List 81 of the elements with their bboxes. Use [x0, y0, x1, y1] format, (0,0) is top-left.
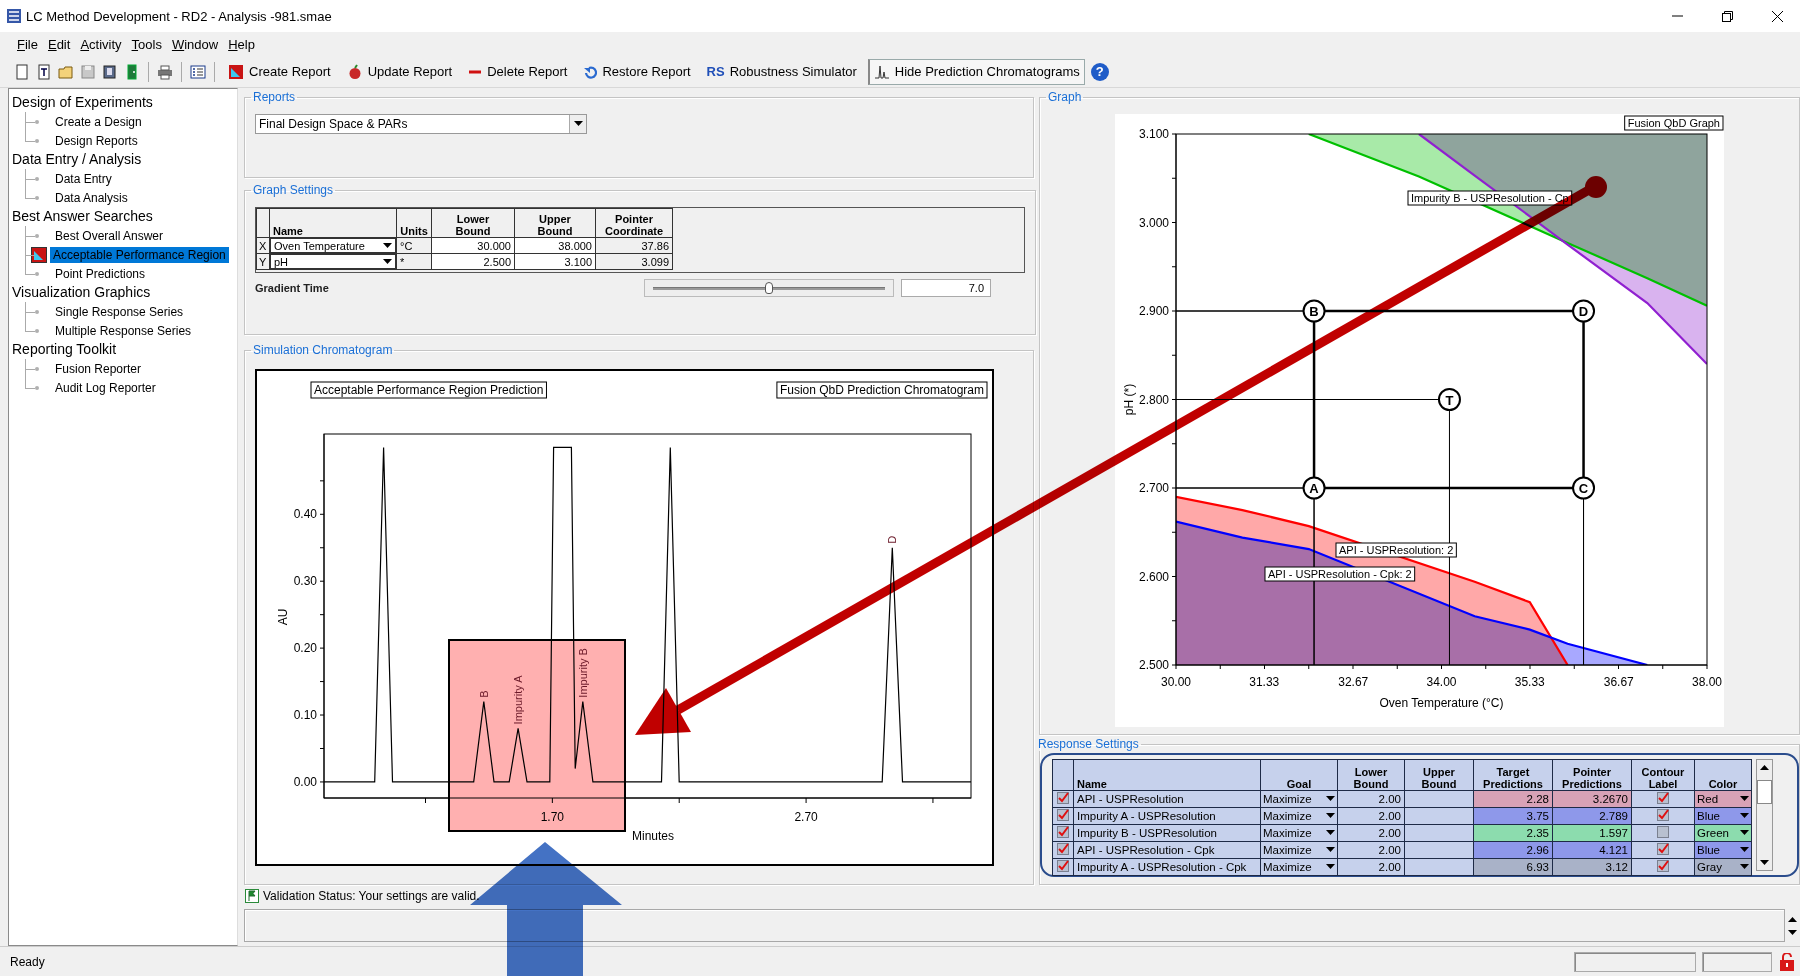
table-cell: 2.00 — [1337, 858, 1405, 876]
column-header: Name — [1073, 759, 1261, 791]
table-cell: Impurity B - USPResolution — [1073, 824, 1261, 842]
peak-label: B — [477, 690, 490, 698]
column-header: Lower Bound — [1337, 759, 1405, 791]
table-cell: API - USPResolution - Cpk — [1073, 841, 1261, 859]
column-header: Pointer Coordinate — [595, 208, 673, 238]
design-point: D — [1572, 299, 1596, 323]
contour-label: Impurity B - USPResolution - Cp — [1407, 190, 1573, 206]
group-title: Graph — [1047, 90, 1083, 104]
column-header: Target Predictions — [1473, 759, 1553, 791]
peak-label: D — [886, 535, 899, 544]
tick-label: 3.100 — [1138, 127, 1169, 141]
group-title: Simulation Chromatogram — [252, 343, 394, 357]
group-title: Graph Settings — [252, 183, 335, 197]
contour-label: API - USPResolution: 2 — [1335, 542, 1457, 558]
annotation: B — [1309, 304, 1319, 319]
axis-title: Oven Temperature (°C) — [1379, 696, 1504, 710]
design-point: A — [1302, 476, 1326, 500]
window-title: LC Method Development - RD2 - Analysis -981.smae — [26, 8, 332, 24]
table-cell: 2.00 — [1337, 790, 1405, 808]
design-point: C — [1572, 476, 1596, 500]
slider-label: Gradient Time — [255, 282, 330, 294]
column-header: Upper Bound — [1404, 759, 1474, 791]
tick-label: 35.33 — [1514, 675, 1545, 689]
column-header: Lower Bound — [431, 208, 515, 238]
column-header: Name — [269, 208, 397, 238]
annotation: A — [1309, 481, 1320, 496]
chart-caption: Acceptable Performance Region Prediction — [310, 381, 547, 399]
tick-label: 0.30 — [293, 574, 317, 589]
annotation: API - USPResolution: 2 — [1339, 544, 1454, 556]
tick-label: 2.800 — [1138, 392, 1169, 407]
group-title: Response Settings — [1037, 737, 1140, 751]
tick-label: 34.00 — [1426, 675, 1457, 689]
tick-label: 2.600 — [1138, 569, 1169, 584]
annotation: C — [1578, 481, 1589, 496]
tick-label: 36.67 — [1603, 675, 1634, 689]
column-header: Upper Bound — [514, 208, 596, 238]
annotation: Impurity B - USPResolution - Cp — [1411, 192, 1569, 204]
chart-caption: Fusion QbD Prediction Chromatogram — [776, 381, 988, 399]
column-header: Pointer Predictions — [1552, 759, 1632, 791]
annotation: T — [1445, 392, 1454, 408]
column-header: Goal — [1260, 759, 1338, 791]
table-cell: 2.00 — [1337, 841, 1405, 859]
table-cell: Impurity A - USPResolution - Cpk — [1073, 858, 1261, 876]
tick-label: 30.00 — [1161, 675, 1191, 689]
table-cell: API - USPResolution — [1073, 790, 1261, 808]
tick-label: 0.00 — [293, 774, 317, 789]
tick-label: 2.70 — [794, 810, 818, 824]
annotation: D — [1578, 304, 1589, 319]
status-text: Ready — [10, 954, 45, 969]
column-header: Units — [396, 208, 432, 238]
group-title: Reports — [252, 90, 297, 104]
table-cell: °C — [396, 237, 432, 254]
tick-label: 2.900 — [1138, 304, 1169, 318]
table-cell: 2.00 — [1337, 824, 1405, 842]
tick-label: 38.00 — [1692, 675, 1722, 689]
axis-title: AU — [276, 608, 290, 626]
tick-label: 2.700 — [1138, 481, 1169, 495]
axis-title: Minutes — [632, 829, 675, 843]
table-cell: 2.00 — [1337, 807, 1405, 825]
tick-label: 32.67 — [1338, 675, 1369, 689]
peak-label: Impurity A — [512, 675, 525, 725]
tick-label: 1.70 — [540, 810, 565, 824]
table-cell: Impurity A - USPResolution — [1073, 807, 1261, 825]
validation-message: Validation Status: Your settings are valid. — [263, 889, 480, 903]
tick-label: 31.33 — [1249, 675, 1280, 689]
axis-title: pH (*) — [1122, 383, 1136, 416]
column-header: Color — [1694, 759, 1752, 791]
tick-label: 3.000 — [1138, 215, 1169, 230]
table-cell: * — [396, 253, 432, 270]
annotation: API - USPResolution - Cpk: 2 — [1268, 568, 1412, 580]
tick-label: 0.20 — [293, 641, 317, 656]
tick-label: 2.500 — [1138, 658, 1169, 672]
contour-label: API - USPResolution - Cpk: 2 — [1264, 566, 1416, 582]
column-header: Contour Label — [1631, 759, 1695, 791]
peak-label: Impurity B — [576, 648, 589, 698]
design-point: B — [1302, 299, 1326, 323]
tick-label: 0.40 — [293, 507, 317, 522]
tick-label: 0.10 — [293, 708, 317, 723]
chart-caption: Fusion QbD Graph — [1624, 115, 1724, 131]
